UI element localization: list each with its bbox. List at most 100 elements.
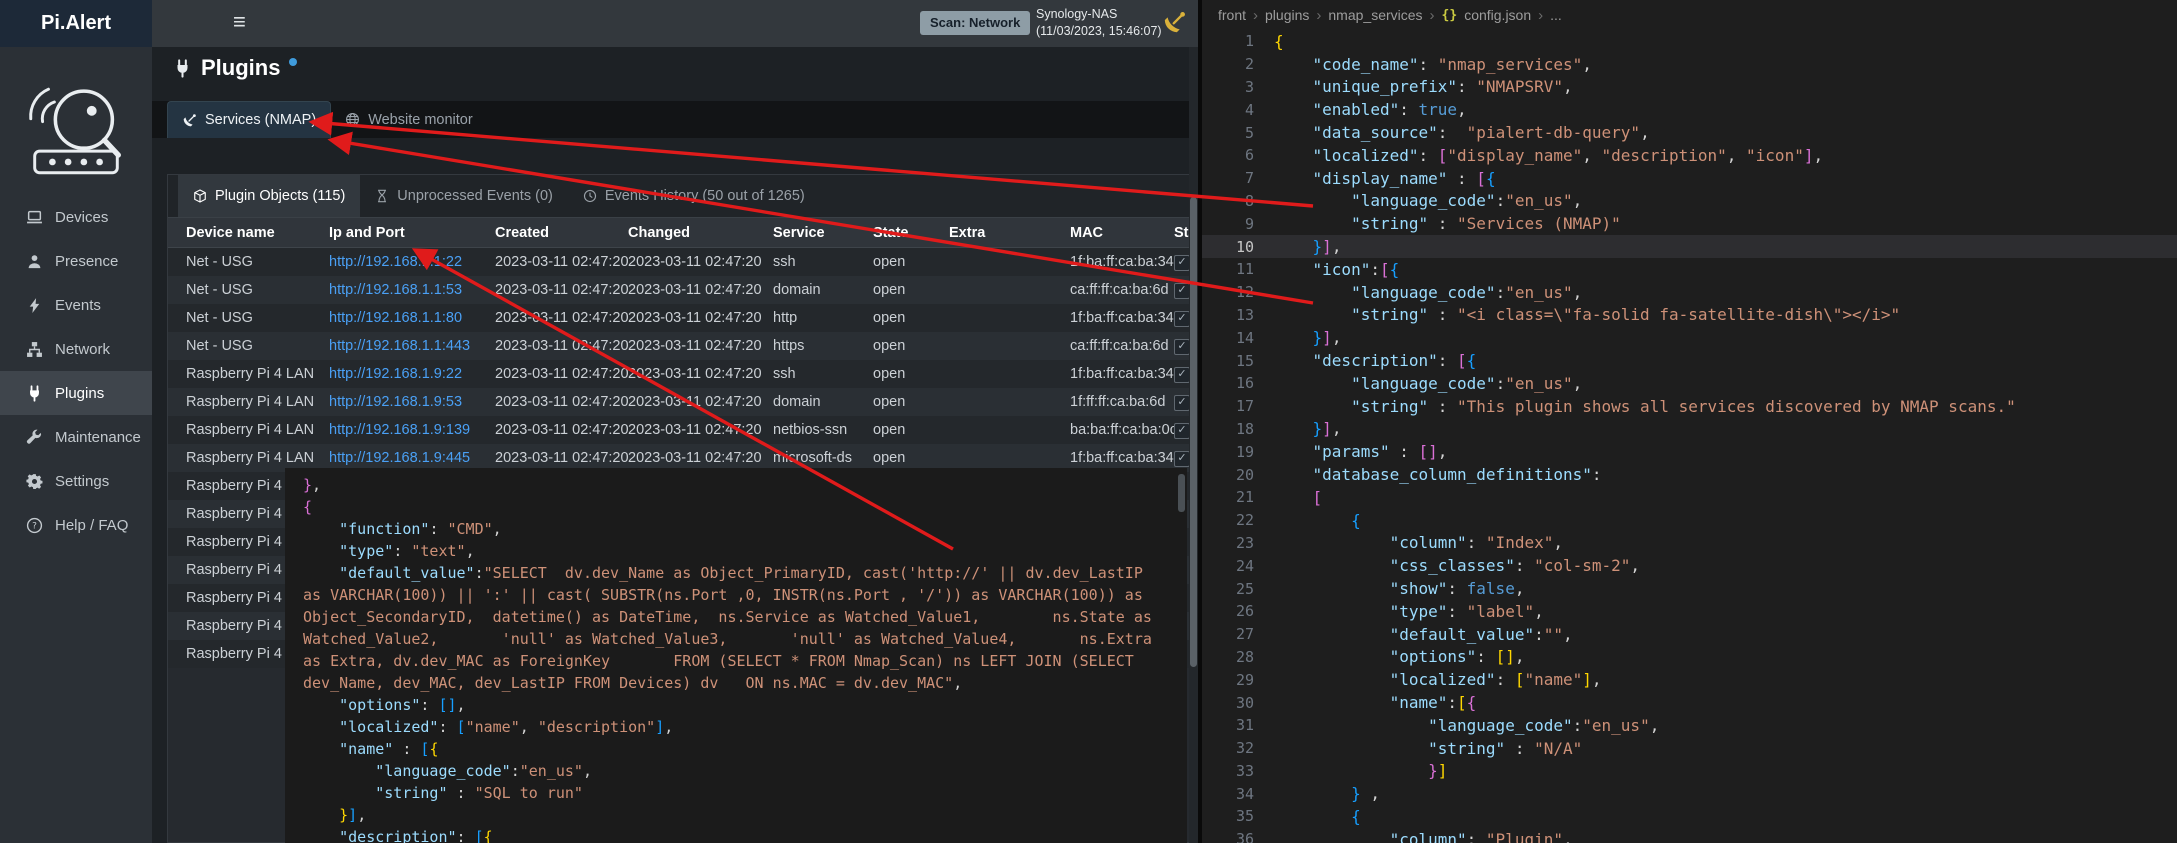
- editor-line: 23 "column": "Index",: [1202, 532, 2177, 555]
- column-header-changed[interactable]: Changed: [628, 225, 773, 241]
- breadcrumb-item-nmap-services[interactable]: nmap_services: [1328, 7, 1422, 23]
- menu-toggle-icon[interactable]: ≡: [233, 9, 246, 35]
- editor-line: 18 }],: [1202, 418, 2177, 441]
- sidebar-item-plugins[interactable]: Plugins: [0, 371, 152, 415]
- tab-unprocessed-events-0[interactable]: Unprocessed Events (0): [360, 175, 568, 217]
- line-content: {: [1274, 32, 1284, 51]
- breadcrumb-item-file[interactable]: config.json: [1464, 7, 1531, 23]
- line-content: "database_column_definitions":: [1274, 465, 1602, 484]
- app-brand[interactable]: Pi.Alert: [0, 0, 152, 47]
- page-title: Plugins: [201, 55, 280, 81]
- line-number: 27: [1202, 625, 1254, 643]
- sidebar-item-label: Devices: [55, 209, 108, 226]
- satellite-dish-icon[interactable]: [1162, 10, 1187, 35]
- sidebar-item-label: Presence: [55, 253, 118, 270]
- title-badge-dot: [289, 58, 297, 66]
- line-number: 8: [1202, 192, 1254, 210]
- overlay-scrollbar-thumb[interactable]: [1178, 474, 1185, 512]
- sidebar-item-help-faq[interactable]: ?Help / FAQ: [0, 503, 152, 547]
- line-content: }],: [1274, 237, 1341, 256]
- editor-line: 31 "language_code":"en_us",: [1202, 714, 2177, 737]
- status-checkbox[interactable]: ✓: [1174, 311, 1190, 327]
- column-header-mac[interactable]: MAC: [1070, 225, 1174, 241]
- editor-line: 1{: [1202, 30, 2177, 53]
- state-cell: open: [873, 254, 949, 270]
- breadcrumb-symbol-path[interactable]: ...: [1550, 7, 1562, 23]
- line-number: 17: [1202, 397, 1254, 415]
- main-content: Plugins Services (NMAP)Website monitor P…: [152, 47, 1200, 843]
- editor-line: 28 "options": [],: [1202, 646, 2177, 669]
- changed-cell: 2023-03-11 02:47:20: [628, 338, 773, 354]
- editor-line: 7 "display_name" : [{: [1202, 167, 2177, 190]
- line-content: "name":[{: [1274, 693, 1476, 712]
- tab-services-nmap[interactable]: Services (NMAP): [167, 101, 331, 138]
- code-line: "function": "CMD",: [303, 518, 1169, 540]
- code-editor[interactable]: front › plugins › nmap_services › {} con…: [1202, 0, 2177, 843]
- svg-text:?: ?: [32, 521, 37, 531]
- chevron-right-icon: ›: [1253, 7, 1258, 24]
- editor-line: 6 "localized": ["display_name", "descrip…: [1202, 144, 2177, 167]
- editor-line: 19 "params" : [],: [1202, 440, 2177, 463]
- column-header-created[interactable]: Created: [495, 225, 628, 241]
- ip-port-link[interactable]: http://192.168.1.9:139: [329, 422, 470, 438]
- editor-line: 30 "name":[{: [1202, 691, 2177, 714]
- ip-port-link[interactable]: http://192.168.1.9:445: [329, 450, 470, 466]
- editor-line: 5 "data_source": "pialert-db-query",: [1202, 121, 2177, 144]
- line-content: "params" : [],: [1274, 442, 1447, 461]
- sidebar-item-settings[interactable]: Settings: [0, 459, 152, 503]
- line-content: "string" : "Services (NMAP)": [1274, 214, 1621, 233]
- status-checkbox[interactable]: ✓: [1174, 339, 1190, 355]
- sidebar-item-presence[interactable]: Presence: [0, 239, 152, 283]
- created-cell: 2023-03-11 02:47:20: [495, 254, 628, 270]
- tab-plugin-objects-115[interactable]: Plugin Objects (115): [178, 175, 360, 217]
- tab-website-monitor[interactable]: Website monitor: [331, 101, 487, 138]
- line-number: 9: [1202, 215, 1254, 233]
- line-content: "type": "label",: [1274, 602, 1544, 621]
- ip-port-link[interactable]: http://192.168.1.9:22: [329, 366, 462, 382]
- code-line: "options": [],: [303, 694, 1169, 716]
- status-checkbox[interactable]: ✓: [1174, 255, 1190, 271]
- device-name-cell: Net - USG: [186, 338, 329, 354]
- breadcrumb-item-plugins[interactable]: plugins: [1265, 7, 1309, 23]
- page-scrollbar-thumb[interactable]: [1190, 197, 1197, 667]
- column-header-extra[interactable]: Extra: [949, 225, 1070, 241]
- clock-icon: [583, 189, 597, 203]
- editor-code[interactable]: 1{2 "code_name": "nmap_services",3 "uniq…: [1202, 30, 2177, 843]
- sidebar-item-events[interactable]: Events: [0, 283, 152, 327]
- status-checkbox[interactable]: ✓: [1174, 395, 1190, 411]
- hourglass-icon: [375, 189, 389, 203]
- state-cell: open: [873, 422, 949, 438]
- sidebar-item-devices[interactable]: Devices: [0, 195, 152, 239]
- breadcrumb-item-front[interactable]: front: [1218, 7, 1246, 23]
- status-checkbox[interactable]: ✓: [1174, 423, 1190, 439]
- column-header-state[interactable]: State: [873, 225, 949, 241]
- ip-port-link[interactable]: http://192.168.1.1:22: [329, 254, 462, 270]
- editor-line: 9 "string" : "Services (NMAP)": [1202, 212, 2177, 235]
- column-header-device-name[interactable]: Device name: [186, 225, 329, 241]
- table-row: Raspberry Pi 4 LANhttp://192.168.1.9:139…: [168, 416, 1195, 444]
- ip-port-link[interactable]: http://192.168.1.1:443: [329, 338, 470, 354]
- ip-port-link[interactable]: http://192.168.1.1:80: [329, 310, 462, 326]
- line-number: 21: [1202, 488, 1254, 506]
- column-header-service[interactable]: Service: [773, 225, 873, 241]
- network-icon: [26, 341, 43, 358]
- tab-events-history-50-out-of-1265[interactable]: Events History (50 out of 1265): [568, 175, 820, 217]
- column-header-ip-and-port[interactable]: Ip and Port: [329, 225, 495, 241]
- ip-port-link[interactable]: http://192.168.1.1:53: [329, 282, 462, 298]
- status-checkbox[interactable]: ✓: [1174, 283, 1190, 299]
- table-row: Net - USGhttp://192.168.1.1:802023-03-11…: [168, 304, 1195, 332]
- line-content: "language_code":"en_us",: [1274, 716, 1659, 735]
- sidebar-item-network[interactable]: Network: [0, 327, 152, 371]
- pialert-app: Pi.Alert ≡ Scan: Network Synology-NAS (1…: [0, 0, 1200, 843]
- status-checkbox[interactable]: ✓: [1174, 451, 1190, 467]
- sidebar-item-label: Settings: [55, 473, 109, 490]
- line-number: 35: [1202, 807, 1254, 825]
- line-content: }],: [1274, 419, 1341, 438]
- gear-icon: [26, 473, 43, 490]
- status-checkbox[interactable]: ✓: [1174, 367, 1190, 383]
- ip-port-link[interactable]: http://192.168.1.9:53: [329, 394, 462, 410]
- page-scrollbar[interactable]: [1189, 47, 1198, 843]
- sidebar-item-maintenance[interactable]: Maintenance: [0, 415, 152, 459]
- editor-line: 15 "description": [{: [1202, 349, 2177, 372]
- screen: Pi.Alert ≡ Scan: Network Synology-NAS (1…: [0, 0, 2177, 843]
